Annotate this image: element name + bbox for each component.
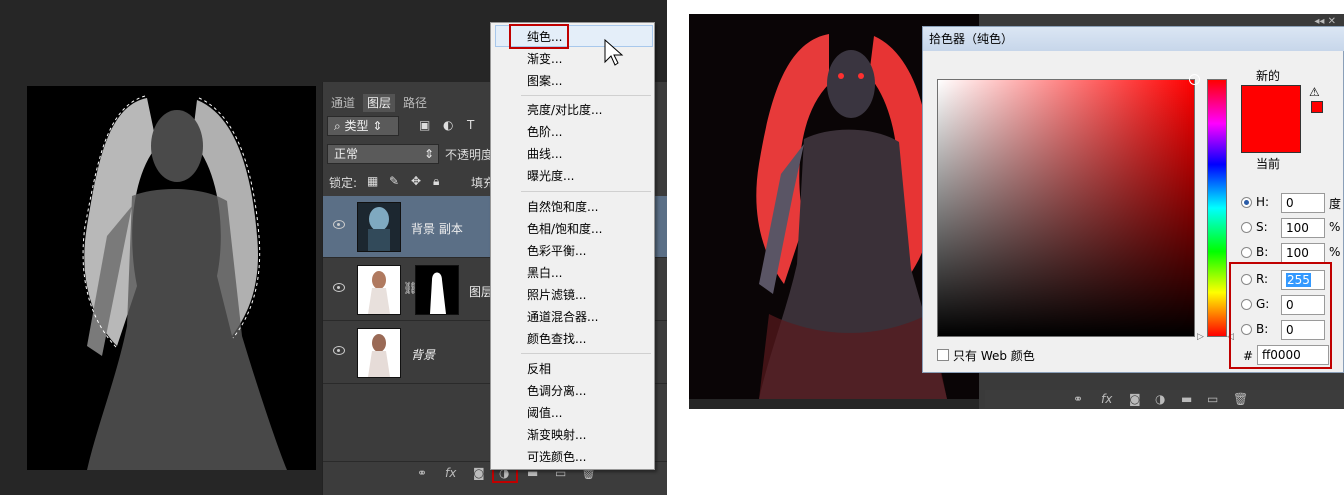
link-icon[interactable]: ⚭ [417, 466, 427, 480]
menu-item-gradient-map[interactable]: 渐变映射... [527, 425, 586, 445]
menu-item-black-white[interactable]: 黑白... [527, 263, 562, 283]
hue-slider-handle-left[interactable]: ▷ [1197, 332, 1204, 342]
menu-item-color-balance[interactable]: 色彩平衡... [527, 241, 586, 261]
brightness-unit: % [1329, 245, 1341, 259]
menu-item-gradient[interactable]: 渐变... [527, 49, 562, 69]
layers-bottom-toolbar-right: ⚭ fx ◙ ◑ ▬ ▭ 🗑︎ [985, 390, 1344, 408]
lock-label: 锁定: [329, 176, 358, 190]
gamut-color-swatch[interactable] [1311, 101, 1323, 113]
layer-mask-thumbnail[interactable] [415, 265, 459, 315]
lock-transparent-icon[interactable]: ▦ [367, 174, 378, 188]
blend-mode-select[interactable]: 正常 ⇕ [327, 144, 439, 164]
dialog-title[interactable]: 拾色器（纯色） [923, 27, 1344, 51]
menu-item-curves[interactable]: 曲线... [527, 144, 562, 164]
current-color-label: 当前 [1256, 157, 1281, 171]
brightness-label: B: [1256, 245, 1269, 259]
adjustment-filter-icon[interactable]: ◐ [443, 118, 453, 132]
fx-button[interactable]: fx [1101, 392, 1112, 406]
mask-icon[interactable]: ◙ [473, 466, 485, 480]
document-canvas[interactable] [27, 86, 316, 470]
menu-item-color-lookup[interactable]: 颜色查找... [527, 329, 586, 349]
web-only-label: 只有 Web 颜色 [953, 349, 1035, 363]
trash-icon[interactable]: 🗑︎ [1233, 392, 1248, 406]
layer-thumbnail [357, 328, 401, 378]
menu-item-levels[interactable]: 色阶... [527, 122, 562, 142]
menu-item-exposure[interactable]: 曝光度... [527, 166, 574, 186]
new-layer-icon[interactable]: ▭ [1207, 392, 1218, 406]
adjustment-layer-icon[interactable]: ◑ [1155, 392, 1165, 406]
menu-item-channel-mixer[interactable]: 通道混合器... [527, 307, 598, 327]
menu-item-selective-color[interactable]: 可选颜色... [527, 447, 586, 467]
lock-all-icon[interactable]: 🔒︎ [433, 174, 439, 189]
saturation-brightness-field[interactable] [937, 74, 1200, 337]
layer-name[interactable]: 背景 副本 [411, 220, 463, 237]
saturation-unit: % [1329, 220, 1341, 234]
lock-position-icon[interactable]: ✥ [411, 174, 421, 188]
web-only-checkbox[interactable] [937, 349, 949, 361]
visibility-eye-icon[interactable] [333, 283, 345, 292]
type-filter-icon[interactable]: T [467, 118, 474, 132]
hue-slider[interactable] [1207, 79, 1227, 337]
hue-unit: 度 [1329, 197, 1342, 211]
menu-item-posterize[interactable]: 色调分离... [527, 381, 586, 401]
adjustment-dropdown-menu: 纯色... 渐变... 图案... 亮度/对比度... 色阶... 曲线... … [490, 22, 655, 470]
brightness-input[interactable]: 100 [1281, 243, 1325, 263]
folder-icon[interactable]: ▬ [1181, 392, 1192, 406]
hue-label: H: [1256, 195, 1270, 209]
solid-color-highlight [509, 24, 569, 49]
search-icon: ⌕ [334, 119, 345, 133]
tab-channels[interactable]: 通道 [327, 94, 359, 112]
layer-name[interactable]: 背景 [411, 346, 435, 363]
color-field-cursor[interactable] [1189, 74, 1200, 85]
saturation-label: S: [1256, 220, 1268, 234]
tab-paths[interactable]: 路径 [399, 94, 431, 112]
layer-thumbnail [357, 202, 401, 252]
menu-item-brightness-contrast[interactable]: 亮度/对比度... [527, 100, 603, 120]
brightness-radio[interactable] [1241, 247, 1252, 258]
new-color-label: 新的 [1256, 69, 1281, 83]
hue-radio[interactable] [1241, 197, 1252, 208]
menu-item-pattern[interactable]: 图案... [527, 71, 562, 91]
image-filter-icon[interactable]: ▣ [419, 118, 430, 132]
saturation-input[interactable]: 100 [1281, 218, 1325, 238]
link-icon[interactable]: ⚭ [1073, 392, 1083, 406]
blend-mode-value: 正常 [334, 147, 359, 161]
rgb-hex-highlight [1229, 262, 1332, 369]
inverted-portrait-image [27, 86, 316, 470]
current-color-swatch[interactable] [1241, 120, 1301, 153]
menu-separator [521, 191, 651, 192]
lock-image-icon[interactable]: ✎ [389, 174, 399, 188]
menu-separator [521, 95, 651, 96]
layer-filter-select[interactable]: ⌕ 类型 ⇕ [327, 116, 399, 136]
menu-item-threshold[interactable]: 阈值... [527, 403, 562, 423]
hue-input[interactable]: 0 [1281, 193, 1325, 213]
layer-thumbnail [357, 265, 401, 315]
mask-icon[interactable]: ◙ [1129, 392, 1141, 406]
fx-button[interactable]: fx [445, 466, 456, 480]
gamut-warning-icon[interactable]: ⚠ [1309, 85, 1320, 99]
layer-filter-label: 类型 [344, 119, 369, 133]
visibility-eye-icon[interactable] [333, 220, 345, 229]
saturation-radio[interactable] [1241, 222, 1252, 233]
visibility-eye-icon[interactable] [333, 346, 345, 355]
menu-item-hue-saturation[interactable]: 色相/饱和度... [527, 219, 603, 239]
menu-item-vibrance[interactable]: 自然饱和度... [527, 197, 598, 217]
mouse-cursor-icon [604, 38, 624, 66]
new-color-swatch [1241, 85, 1301, 120]
menu-item-invert[interactable]: 反相 [527, 359, 551, 379]
menu-separator [521, 353, 651, 354]
tab-layers[interactable]: 图层 [363, 94, 396, 112]
menu-item-photo-filter[interactable]: 照片滤镜... [527, 285, 586, 305]
